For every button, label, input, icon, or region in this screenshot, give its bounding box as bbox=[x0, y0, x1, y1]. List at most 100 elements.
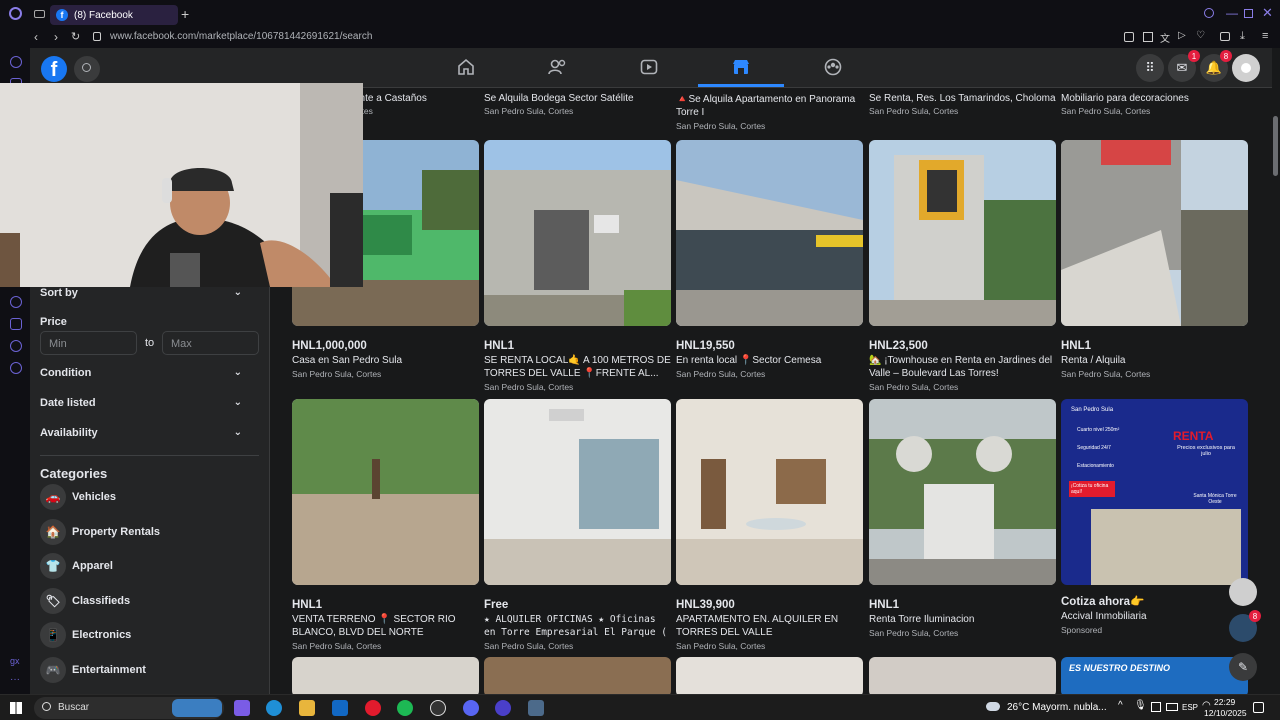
chat-head-avatar[interactable] bbox=[1229, 578, 1257, 606]
chat-head-avatar[interactable]: 8 bbox=[1229, 610, 1261, 642]
download-icon[interactable]: ⤓ bbox=[1240, 30, 1245, 43]
tab-islands-icon[interactable] bbox=[34, 10, 45, 18]
calculator-icon[interactable] bbox=[528, 700, 544, 716]
language-indicator[interactable]: ESP bbox=[1182, 703, 1198, 712]
sidebar-clock-icon[interactable] bbox=[10, 296, 22, 308]
menu-icon[interactable]: ≡ bbox=[1262, 30, 1268, 42]
back-icon[interactable]: ‹ bbox=[34, 30, 38, 44]
messenger-button[interactable]: ✉ 1 bbox=[1168, 50, 1200, 82]
sidebar-cube-icon[interactable] bbox=[10, 318, 22, 330]
listing-card-top[interactable]: 🔺Se Alquila Apartamento en Panorama Torr… bbox=[676, 93, 863, 131]
page-scrollbar[interactable] bbox=[1272, 88, 1280, 694]
listing-title-partial[interactable]: ente a Castaños ortes bbox=[354, 93, 427, 116]
edge-icon[interactable] bbox=[266, 700, 282, 716]
sidebar-history-icon[interactable] bbox=[10, 56, 22, 68]
price-max-input[interactable]: Max bbox=[162, 331, 259, 355]
battery-icon[interactable] bbox=[1166, 703, 1178, 711]
scrollbar-thumb[interactable] bbox=[1273, 116, 1278, 176]
category-entertainment[interactable]: 🎮 Entertainment bbox=[40, 655, 146, 685]
reload-icon[interactable]: ↻ bbox=[71, 30, 80, 43]
search-tabs-icon[interactable] bbox=[1204, 8, 1214, 18]
tray-chevron-icon[interactable]: ^ bbox=[1118, 700, 1123, 711]
new-message-button[interactable]: ✎ bbox=[1229, 653, 1257, 681]
listing-card[interactable]: HNL23,500 🏡 ¡Townhouse en Renta en Jardi… bbox=[869, 140, 1056, 392]
listing-card[interactable]: Free ★ ALQUILER OFICINAS ★ Oficinas en T… bbox=[484, 399, 671, 651]
account-avatar[interactable] bbox=[1232, 54, 1260, 82]
listing-photo-partial[interactable] bbox=[484, 657, 671, 694]
listing-photo-partial[interactable]: ES NUESTRO DESTINO bbox=[1061, 657, 1248, 694]
outlook-icon[interactable] bbox=[332, 700, 348, 716]
sidebar-gx-icon[interactable]: gx bbox=[10, 656, 20, 666]
screenshot-icon[interactable] bbox=[1143, 32, 1153, 42]
discord-icon[interactable] bbox=[463, 700, 479, 716]
listing-card[interactable]: HNL1 SE RENTA LOCAL🤙 A 100 METROS DE TOR… bbox=[484, 140, 671, 392]
listing-card[interactable]: HNL19,550 En renta local 📍Sector Cemesa … bbox=[676, 140, 863, 379]
category-property-rentals[interactable]: 🏠 Property Rentals bbox=[40, 517, 160, 547]
marketplace-icon[interactable] bbox=[732, 58, 750, 76]
date-listed-filter[interactable]: Date listed ⌄ bbox=[40, 397, 260, 409]
copilot-icon[interactable] bbox=[234, 700, 250, 716]
url-field[interactable]: www.facebook.com/marketplace/10678144269… bbox=[110, 31, 372, 42]
forward-icon[interactable]: › bbox=[54, 30, 58, 44]
category-electronics[interactable]: 📱 Electronics bbox=[40, 620, 131, 650]
listing-card[interactable]: HNL39,900 APARTAMENTO EN. ALQUILER EN TO… bbox=[676, 399, 863, 651]
new-tab-button[interactable]: + bbox=[181, 6, 189, 22]
listing-price: HNL1,000,000 bbox=[292, 340, 367, 352]
listing-photo bbox=[1061, 140, 1248, 326]
windows-start-icon[interactable] bbox=[10, 702, 22, 714]
friends-icon[interactable] bbox=[548, 58, 568, 76]
opera-gx-icon[interactable] bbox=[365, 700, 381, 716]
tray-icon[interactable] bbox=[1151, 702, 1161, 712]
heart-icon[interactable]: ♡ bbox=[1196, 30, 1205, 41]
listing-card[interactable]: HNL1 Renta Torre Iluminacion San Pedro S… bbox=[869, 399, 1056, 638]
compose-icon: ✎ bbox=[1237, 660, 1249, 674]
home-icon[interactable] bbox=[457, 58, 475, 76]
play-icon[interactable]: ▷ bbox=[1178, 30, 1186, 41]
sidebar-gear-icon[interactable] bbox=[10, 362, 22, 374]
opera-logo-icon[interactable] bbox=[9, 7, 22, 20]
category-classifieds[interactable]: 🏷 Classifieds bbox=[40, 586, 130, 616]
weather-text[interactable]: 26°C Mayorm. nubla... bbox=[1007, 702, 1107, 713]
listing-photo-partial[interactable] bbox=[676, 657, 863, 694]
listing-card-top[interactable]: Mobiliario para decoraciones San Pedro Su… bbox=[1061, 93, 1248, 116]
video-icon[interactable] bbox=[640, 58, 658, 76]
extensions-icon[interactable] bbox=[1124, 32, 1134, 42]
maximize-button[interactable] bbox=[1244, 9, 1253, 18]
ad-bullet: Seguridad 24/7 bbox=[1077, 445, 1111, 451]
listing-photo-partial[interactable] bbox=[869, 657, 1056, 694]
menu-grid-button[interactable]: ⠿ bbox=[1136, 54, 1164, 82]
sidebar-more-icon[interactable]: ··· bbox=[10, 674, 20, 685]
wallet-icon[interactable] bbox=[1220, 32, 1230, 41]
condition-filter[interactable]: Condition ⌄ bbox=[40, 367, 260, 379]
category-apparel[interactable]: 👕 Apparel bbox=[40, 551, 113, 581]
listing-card-top[interactable]: Se Renta, Res. Los Tamarindos, Choloma Sa… bbox=[869, 93, 1056, 116]
clock-date[interactable]: 12/10/2025 bbox=[1204, 708, 1247, 718]
sidebar-chat-icon[interactable] bbox=[10, 340, 22, 352]
sort-by-filter[interactable]: Sort by ⌄ bbox=[40, 287, 260, 299]
minimize-button[interactable]: — bbox=[1226, 6, 1238, 20]
spotify-icon[interactable] bbox=[397, 700, 413, 716]
groups-icon[interactable] bbox=[824, 58, 842, 76]
file-explorer-icon[interactable] bbox=[299, 700, 315, 716]
close-button[interactable]: ✕ bbox=[1262, 5, 1273, 21]
listing-card-top[interactable]: Se Alquila Bodega Sector Satélite San Ped… bbox=[484, 93, 671, 116]
app-icon[interactable] bbox=[495, 700, 511, 716]
availability-filter[interactable]: Availability ⌄ bbox=[40, 427, 260, 439]
listing-card[interactable]: HNL1 Renta / Alquila San Pedro Sula, Cor… bbox=[1061, 140, 1248, 379]
translate-icon[interactable]: 文 bbox=[1160, 30, 1170, 45]
listing-photo-partial[interactable] bbox=[292, 657, 479, 694]
sidebar-divider bbox=[40, 455, 259, 456]
category-vehicles[interactable]: 🚗 Vehicles bbox=[40, 482, 116, 512]
clock-time[interactable]: 22:29 bbox=[1214, 697, 1235, 707]
sponsored-ad-card[interactable]: San Pedro Sula RENTA Precios exclusivos … bbox=[1061, 399, 1248, 635]
obs-icon[interactable] bbox=[430, 700, 446, 716]
browser-tab-facebook[interactable]: f (8) Facebook bbox=[50, 5, 178, 25]
notification-center-icon[interactable] bbox=[1253, 702, 1264, 713]
facebook-logo-icon[interactable]: f bbox=[41, 56, 67, 82]
taskbar-search-box[interactable]: Buscar bbox=[34, 697, 224, 719]
notifications-button[interactable]: 🔔 8 bbox=[1200, 50, 1232, 82]
listing-card[interactable]: HNL1 VENTA TERRENO 📍 SECTOR RIO BLANCO, … bbox=[292, 399, 479, 651]
price-min-input[interactable]: Min bbox=[40, 331, 137, 355]
microphone-icon[interactable]: 🎙 bbox=[1134, 700, 1147, 711]
search-button[interactable] bbox=[74, 56, 100, 82]
